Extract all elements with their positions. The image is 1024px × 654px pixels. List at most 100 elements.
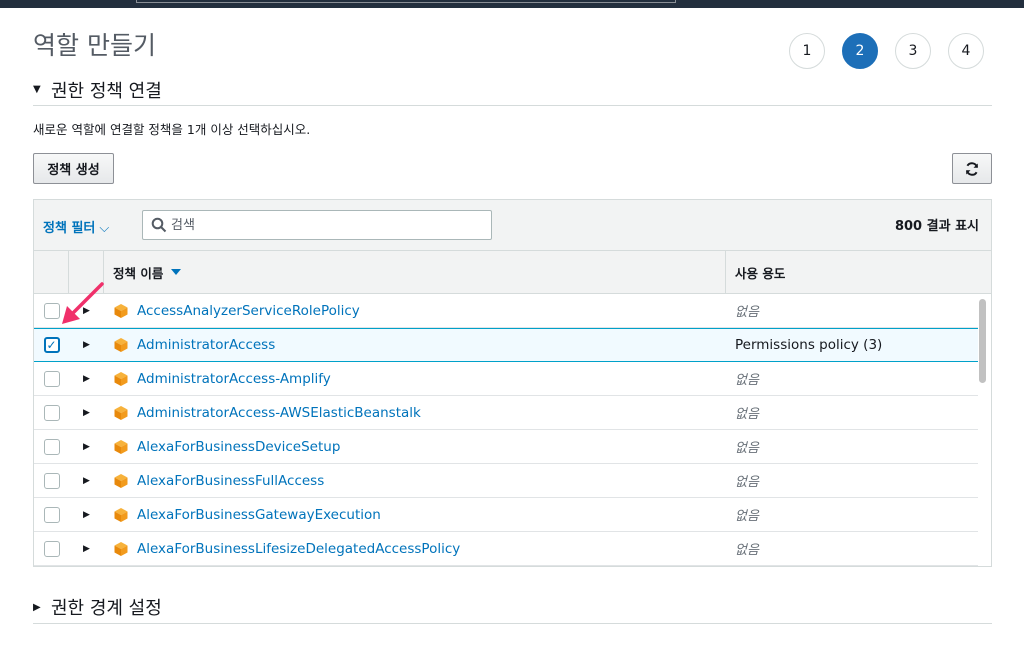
row-checkbox[interactable] — [43, 438, 60, 455]
top-nav-bar — [0, 0, 1024, 8]
table-row[interactable]: ▶ AdministratorAccess-AWSElasticBeanstalk… — [34, 396, 978, 430]
expand-row-toggle[interactable]: ▶ — [69, 544, 104, 554]
policy-name-cell: AccessAnalyzerServiceRolePolicy — [104, 303, 726, 319]
row-select-cell — [34, 540, 69, 557]
refresh-button[interactable] — [952, 153, 992, 184]
caret-right-icon: ▶ — [83, 475, 90, 486]
row-checkbox[interactable] — [43, 370, 60, 387]
search-box[interactable] — [142, 210, 492, 240]
row-checkbox[interactable]: ✓ — [43, 337, 60, 353]
policy-cube-icon — [114, 405, 128, 420]
policy-name-link[interactable]: AccessAnalyzerServiceRolePolicy — [137, 303, 360, 319]
policy-usage: 없음 — [735, 441, 759, 456]
table-row[interactable]: ✓ ▶ AdministratorAccess Permissions policy … — [34, 328, 978, 362]
policy-cube-icon — [114, 371, 128, 386]
header-policy-name-label: 정책 이름 — [113, 265, 164, 281]
policy-name-cell: AlexaForBusinessDeviceSetup — [104, 439, 726, 455]
header-usage[interactable]: 사용 용도 — [726, 251, 991, 293]
policy-name-cell: AlexaForBusinessLifesizeDelegatedAccessP… — [104, 541, 726, 557]
row-select-cell — [34, 472, 69, 489]
policy-filter-label: 정책 필터 — [43, 221, 96, 236]
policy-usage: 없음 — [735, 509, 759, 524]
expand-row-toggle[interactable]: ▶ — [69, 476, 104, 486]
policy-name-cell: AdministratorAccess — [104, 337, 726, 353]
policy-name-cell: AdministratorAccess-AWSElasticBeanstalk — [104, 405, 726, 421]
annotation-arrow-icon — [62, 282, 104, 324]
policy-usage: 없음 — [735, 407, 759, 422]
policy-usage: Permissions policy (3) — [735, 337, 883, 353]
policy-name-link[interactable]: AlexaForBusinessFullAccess — [137, 473, 324, 489]
row-checkbox[interactable] — [43, 472, 60, 489]
policy-name-link[interactable]: AdministratorAccess-AWSElasticBeanstalk — [137, 405, 421, 421]
result-count: 800 결과 표시 — [894, 219, 979, 234]
table-row[interactable]: ▶ AccessAnalyzerServiceRolePolicy 없음 — [34, 294, 978, 328]
policy-usage: 없음 — [735, 305, 759, 320]
scrollbar-thumb[interactable] — [979, 299, 986, 383]
policy-cube-icon — [114, 541, 128, 556]
chevron-down-icon: ⌵ — [99, 221, 110, 236]
expand-row-toggle[interactable]: ▶ — [69, 442, 104, 452]
policy-cube-icon — [114, 507, 128, 522]
expand-row-toggle[interactable]: ▶ — [69, 340, 104, 350]
caret-right-icon: ▶ — [83, 509, 90, 520]
expand-row-toggle[interactable]: ▶ — [69, 408, 104, 418]
policy-table: 정책 필터⌵ 800 결과 표시 정책 이름 사용 용도 ▶ AccessAnal… — [33, 199, 992, 567]
policy-name-cell: AlexaForBusinessGatewayExecution — [104, 507, 726, 523]
create-policy-button[interactable]: 정책 생성 — [33, 153, 114, 184]
section-title: 권한 정책 연결 — [51, 80, 162, 102]
table-row[interactable]: ▶ AlexaForBusinessLifesizeDelegatedAccess… — [34, 532, 978, 566]
caret-right-icon: ▶ — [83, 543, 90, 554]
policy-usage: 없음 — [735, 373, 759, 388]
row-select-cell — [34, 506, 69, 523]
header-usage-label: 사용 용도 — [735, 265, 786, 281]
row-checkbox[interactable] — [43, 506, 60, 523]
policy-name-link[interactable]: AlexaForBusinessLifesizeDelegatedAccessP… — [137, 541, 460, 557]
table-body: ▶ AccessAnalyzerServiceRolePolicy 없음 ✓ ▶ Admi… — [34, 294, 991, 566]
policy-usage: 없음 — [735, 475, 759, 490]
table-row[interactable]: ▶ AlexaForBusinessGatewayExecution 없음 — [34, 498, 978, 532]
caret-right-icon: ▶ — [83, 441, 90, 452]
wizard-step-4[interactable]: 4 — [948, 33, 984, 69]
header-policy-name[interactable]: 정책 이름 — [104, 251, 726, 293]
search-input[interactable] — [171, 217, 471, 233]
table-row[interactable]: ▶ AdministratorAccess-Amplify 없음 — [34, 362, 978, 396]
caret-down-icon: ▼ — [33, 84, 41, 95]
section-title: 권한 경계 설정 — [51, 598, 162, 619]
row-checkbox[interactable] — [43, 404, 60, 421]
policy-cube-icon — [114, 338, 128, 352]
refresh-icon — [966, 161, 978, 176]
policy-cube-icon — [114, 439, 128, 454]
wizard-step-2[interactable]: 2 — [842, 33, 878, 69]
expand-row-toggle[interactable]: ▶ — [69, 374, 104, 384]
policy-name-link[interactable]: AlexaForBusinessDeviceSetup — [137, 439, 340, 455]
top-search-field[interactable] — [136, 0, 676, 3]
scrollbar[interactable] — [979, 296, 989, 566]
policy-name-cell: AlexaForBusinessFullAccess — [104, 473, 726, 489]
policy-name-link[interactable]: AlexaForBusinessGatewayExecution — [137, 507, 381, 523]
wizard-step-3[interactable]: 3 — [895, 33, 931, 69]
policy-cube-icon — [114, 473, 128, 488]
section-permissions-boundary[interactable]: ▶ 권한 경계 설정 — [33, 591, 992, 624]
table-header: 정책 이름 사용 용도 — [34, 251, 991, 294]
row-checkbox[interactable] — [43, 540, 60, 557]
sort-desc-icon — [171, 269, 182, 275]
row-select-cell — [34, 370, 69, 387]
wizard-steps: 1 2 3 4 — [789, 33, 1001, 69]
policy-filter-dropdown[interactable]: 정책 필터 ⌵ — [43, 217, 109, 236]
checkmark-icon: ✓ — [46, 338, 57, 352]
row-select-cell — [34, 438, 69, 455]
caret-right-icon: ▶ — [83, 373, 90, 384]
table-row[interactable]: ▶ AlexaForBusinessFullAccess 없음 — [34, 464, 978, 498]
policy-cube-icon — [114, 303, 128, 318]
policy-name-cell: AdministratorAccess-Amplify — [104, 371, 726, 387]
expand-row-toggle[interactable]: ▶ — [69, 510, 104, 520]
row-select-cell — [34, 404, 69, 421]
policy-name-link[interactable]: AdministratorAccess-Amplify — [137, 371, 331, 387]
section-attach-permissions[interactable]: ▼ 권한 정책 연결 — [33, 74, 992, 106]
filter-bar: 정책 필터⌵ 800 결과 표시 — [34, 200, 991, 251]
policy-name-link[interactable]: AdministratorAccess — [137, 337, 275, 353]
wizard-step-1[interactable]: 1 — [789, 33, 825, 69]
table-row[interactable]: ▶ AlexaForBusinessDeviceSetup 없음 — [34, 430, 978, 464]
policy-usage: 없음 — [735, 543, 759, 558]
caret-right-icon: ▶ — [33, 601, 41, 613]
